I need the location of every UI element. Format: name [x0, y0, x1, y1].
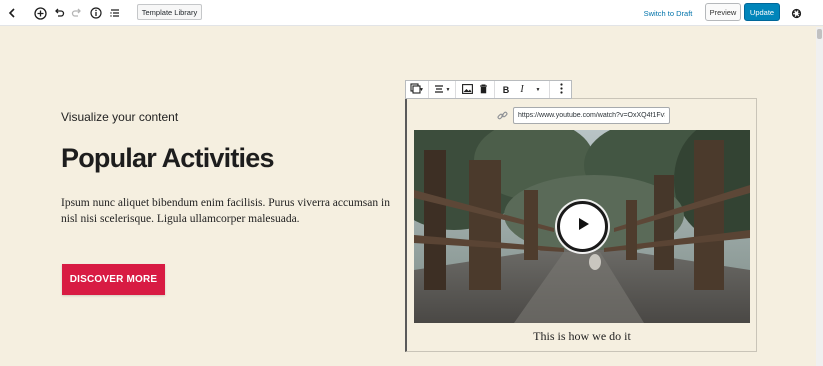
discover-more-button[interactable]: DISCOVER MORE — [62, 264, 165, 295]
back-button[interactable] — [2, 3, 22, 23]
block-switcher-group: ▼ — [406, 81, 429, 98]
video-url-input[interactable] — [513, 107, 670, 124]
redo-button[interactable] — [67, 3, 87, 23]
more-options-group — [550, 81, 572, 98]
video-url-row — [495, 107, 670, 124]
content-info-button[interactable] — [86, 3, 106, 23]
plus-circle-icon — [33, 6, 47, 20]
trash-icon — [479, 84, 488, 96]
more-formatting-dropdown[interactable]: ▼ — [530, 81, 546, 98]
gear-icon — [790, 7, 803, 20]
chevron-left-icon — [6, 7, 18, 19]
block-navigation-button[interactable] — [105, 3, 125, 23]
section-paragraph[interactable]: Ipsum nunc aliquet bibendum enim facilis… — [61, 195, 406, 227]
section-heading[interactable]: Popular Activities — [61, 143, 274, 174]
block-type-switcher-button[interactable]: ▼ — [409, 81, 425, 98]
editor-top-toolbar: Template Library Switch to Draft Preview… — [0, 0, 823, 26]
switch-to-draft-link[interactable]: Switch to Draft — [640, 7, 696, 19]
caret-down-icon: ▼ — [419, 86, 424, 93]
alignment-button[interactable]: ▼ — [432, 81, 452, 98]
scrollbar-thumb[interactable] — [817, 29, 822, 39]
video-caption[interactable]: This is how we do it — [414, 329, 750, 344]
update-button[interactable]: Update — [744, 3, 780, 21]
play-icon — [575, 216, 591, 237]
undo-button[interactable] — [49, 3, 69, 23]
caret-down-icon: ▼ — [445, 86, 451, 93]
media-actions-group — [456, 81, 495, 98]
template-library-button[interactable]: Template Library — [137, 4, 202, 20]
section-eyebrow-text[interactable]: Visualize your content — [61, 110, 178, 124]
page-scrollbar[interactable] — [816, 27, 823, 366]
replace-media-button[interactable] — [459, 81, 475, 98]
text-format-group: B I ▼ — [495, 81, 550, 98]
delete-block-button[interactable] — [475, 81, 491, 98]
bold-icon: B — [502, 84, 510, 95]
undo-icon — [53, 7, 65, 19]
settings-button[interactable] — [786, 3, 806, 23]
block-toolbar: ▼ ▼ B I ▼ — [405, 80, 572, 99]
image-icon — [461, 83, 473, 96]
italic-button[interactable]: I — [514, 81, 530, 98]
link-icon[interactable] — [495, 109, 509, 123]
list-view-icon — [109, 7, 121, 19]
align-center-icon — [434, 84, 444, 96]
italic-icon: I — [520, 84, 524, 95]
alignment-group: ▼ — [429, 81, 456, 98]
preview-button[interactable]: Preview — [705, 3, 741, 21]
more-options-button[interactable] — [553, 81, 569, 98]
bold-button[interactable]: B — [498, 81, 514, 98]
redo-icon — [71, 7, 83, 19]
play-button[interactable] — [557, 201, 608, 252]
add-block-button[interactable] — [30, 3, 50, 23]
vertical-ellipsis-icon — [559, 83, 563, 96]
info-icon — [90, 7, 102, 19]
caret-down-icon: ▼ — [535, 86, 541, 93]
